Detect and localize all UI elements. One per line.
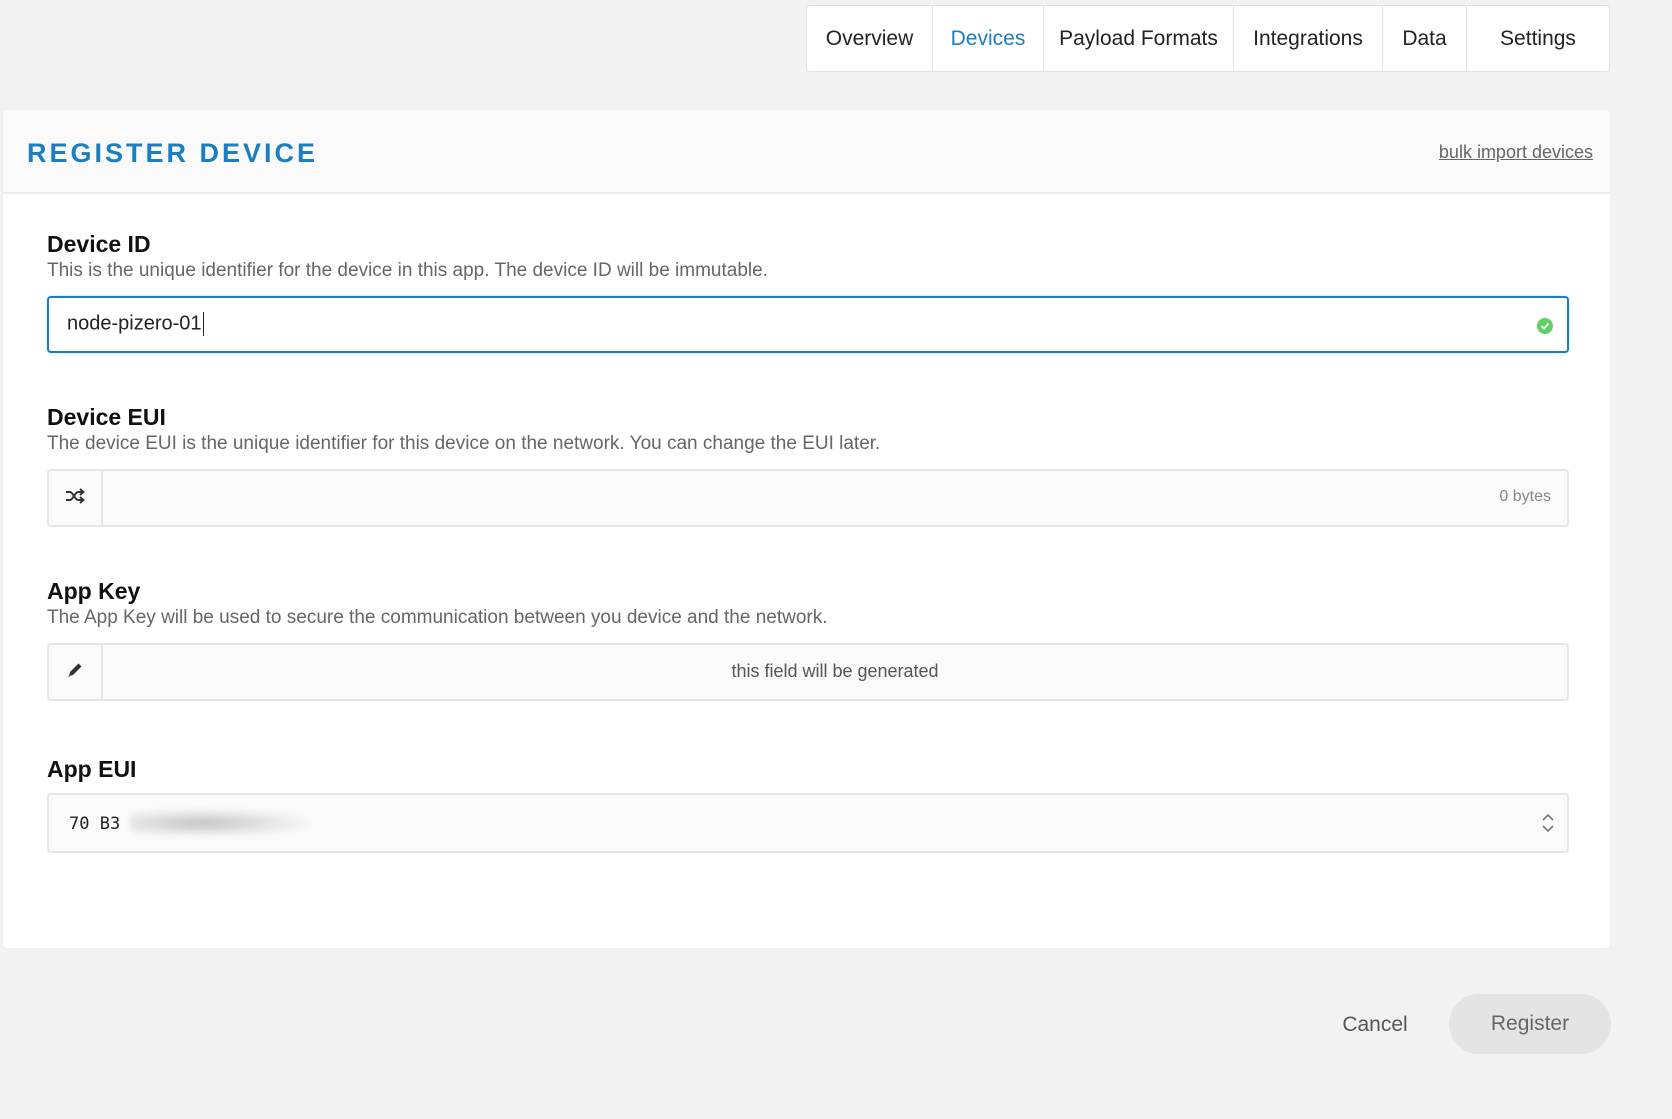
- cancel-button[interactable]: Cancel: [1325, 1000, 1425, 1050]
- tab-devices[interactable]: Devices: [933, 6, 1044, 71]
- tab-data[interactable]: Data: [1383, 6, 1467, 71]
- app-key-label: App Key: [47, 578, 141, 604]
- tab-overview[interactable]: Overview: [807, 6, 933, 71]
- card-header: REGISTER DEVICE bulk import devices: [3, 110, 1610, 194]
- page-title: REGISTER DEVICE: [27, 138, 319, 168]
- text-caret: [202, 312, 204, 336]
- redacted-value-blur: [129, 809, 311, 837]
- register-button[interactable]: Register: [1449, 994, 1611, 1054]
- device-id-input[interactable]: node-pizero-01: [47, 296, 1569, 353]
- app-eui-value: 70 B3: [69, 814, 121, 834]
- device-id-field: Device ID This is the unique identifier …: [47, 230, 1569, 353]
- select-arrows-icon: [1541, 811, 1555, 835]
- device-eui-label: Device EUI: [47, 404, 166, 430]
- device-id-value: node-pizero-01: [67, 312, 202, 335]
- app-eui-label: App EUI: [47, 756, 137, 782]
- check-circle-icon: [1537, 318, 1553, 334]
- pencil-icon: [66, 661, 84, 684]
- device-eui-input[interactable]: 0 bytes: [47, 469, 1569, 527]
- eui-byte-count: 0 bytes: [1499, 488, 1551, 505]
- nav-tabs: Overview Devices Payload Formats Integra…: [806, 5, 1610, 72]
- bulk-import-link[interactable]: bulk import devices: [1439, 142, 1593, 163]
- app-eui-select[interactable]: 70 B3: [47, 793, 1569, 853]
- tab-integrations[interactable]: Integrations: [1234, 6, 1383, 71]
- register-device-card: REGISTER DEVICE bulk import devices Devi…: [3, 110, 1610, 948]
- app-key-placeholder: this field will be generated: [731, 661, 939, 681]
- tab-payload-formats[interactable]: Payload Formats: [1044, 6, 1234, 71]
- tab-settings[interactable]: Settings: [1467, 6, 1609, 71]
- device-id-description: This is the unique identifier for the de…: [47, 260, 768, 281]
- device-eui-field: Device EUI The device EUI is the unique …: [47, 403, 1569, 527]
- generate-eui-button[interactable]: [49, 471, 103, 525]
- device-id-label: Device ID: [47, 231, 151, 257]
- app-key-field: App Key The App Key will be used to secu…: [47, 577, 1569, 701]
- app-key-input[interactable]: this field will be generated: [47, 643, 1569, 701]
- device-eui-description: The device EUI is the unique identifier …: [47, 433, 881, 454]
- app-key-description: The App Key will be used to secure the c…: [47, 607, 828, 628]
- shuffle-icon: [65, 487, 86, 509]
- edit-app-key-button[interactable]: [49, 645, 103, 699]
- app-eui-field: App EUI 70 B3: [47, 755, 1569, 853]
